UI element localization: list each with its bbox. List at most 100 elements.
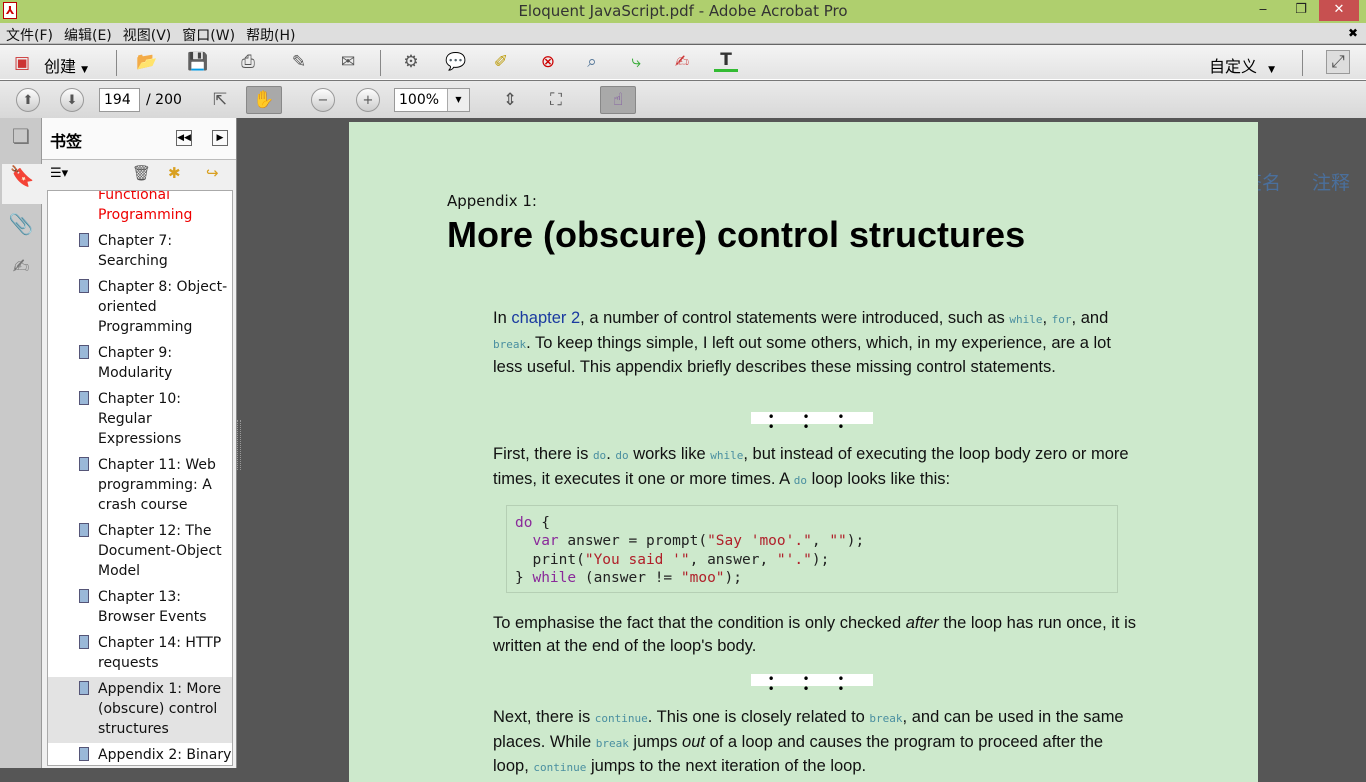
menu-bar: 文件(F) 编辑(E) 视图(V) 窗口(W) 帮助(H) ✖: [0, 23, 1366, 44]
close-document-button[interactable]: ✖: [1348, 26, 1358, 40]
divider: [1302, 50, 1303, 76]
chevron-down-icon: ▼: [81, 65, 89, 75]
edit-document-icon[interactable]: ✎: [287, 50, 311, 74]
chapter-link[interactable]: chapter 2: [511, 309, 580, 327]
bookmark-item[interactable]: Chapter 10: Regular Expressions: [48, 387, 232, 453]
text-run: Next, there is: [493, 708, 595, 726]
bookmark-icon: [79, 457, 89, 471]
bookmarks-icon[interactable]: 🔖: [2, 164, 42, 204]
bookmark-item[interactable]: Chapter 11: Web programming: A crash cou…: [48, 453, 232, 519]
bookmark-icon: [79, 681, 89, 695]
menu-edit[interactable]: 编辑(E): [58, 23, 117, 45]
signatures-icon[interactable]: ✍: [6, 254, 36, 284]
customize-dropdown[interactable]: 自定义 ▼: [1209, 53, 1275, 77]
inline-code: do: [793, 473, 808, 487]
inline-code: while: [710, 449, 744, 462]
menu-file[interactable]: 文件(F): [0, 23, 58, 45]
delete-page-icon[interactable]: ⊗: [536, 50, 560, 74]
delete-bookmark-icon[interactable]: 🗑: [132, 164, 151, 182]
bookmark-label: Chapter 9: Modularity: [98, 345, 173, 381]
bookmark-item[interactable]: Chapter 14: HTTP requests: [48, 631, 232, 677]
collapse-panel-icon[interactable]: ◀◀: [176, 130, 192, 146]
bookmark-list[interactable]: Functional Programming Chapter 7: Searchi…: [47, 190, 233, 766]
menu-help[interactable]: 帮助(H): [240, 23, 300, 45]
hand-tool-icon[interactable]: ✋: [246, 86, 282, 114]
bookmark-item[interactable]: Chapter 7: Searching: [48, 229, 232, 275]
expand-panel-icon[interactable]: ▶: [212, 130, 228, 146]
bookmark-item[interactable]: Appendix 1: More (obscure) control struc…: [48, 677, 232, 743]
page-thumbnails-icon[interactable]: ❏: [6, 124, 36, 154]
print-icon[interactable]: ⎙: [236, 50, 260, 74]
close-button[interactable]: ✕: [1319, 0, 1359, 21]
tab-comment[interactable]: 注释: [1312, 168, 1350, 195]
bookmark-item[interactable]: Appendix 2: Binary Heaps: [48, 743, 232, 765]
zoom-select[interactable]: 100% ▼: [394, 88, 470, 112]
bookmark-item[interactable]: Functional Programming: [48, 190, 232, 229]
bookmark-label: Chapter 13: Browser Events: [98, 589, 207, 625]
inline-code: do: [615, 449, 629, 462]
code-token: ,: [811, 533, 830, 550]
scrolling-mode-icon[interactable]: ⇕: [498, 88, 522, 112]
sign-edit-icon[interactable]: ✍: [670, 50, 694, 74]
page-total: / 200: [146, 92, 182, 108]
code-token: );: [846, 533, 865, 550]
zoom-in-icon[interactable]: +: [356, 88, 380, 112]
divider: [380, 50, 381, 76]
menu-window[interactable]: 窗口(W): [176, 23, 240, 45]
appendix-label: Appendix 1:: [447, 192, 537, 210]
main-toolbar: ▣ 创建 ▼ 📂 💾 ⎙ ✎ ✉ ⚙ 💬 ✐ ⊗ ⌕ ⤷ ✍ T 自定义 ▼ ⤢: [0, 44, 1366, 80]
code-token: "": [829, 533, 847, 550]
open-folder-icon[interactable]: 📂: [135, 50, 159, 74]
code-line: var answer = prompt("Say 'moo'.", "");: [515, 532, 1109, 550]
create-icon: ▣: [13, 53, 31, 73]
code-token: {: [532, 515, 550, 531]
select-cursor-icon[interactable]: ⇱: [208, 88, 232, 112]
options-menu-icon[interactable]: ☰▾: [50, 166, 68, 181]
panel-resize-handle[interactable]: [237, 420, 241, 470]
highlight-text-icon[interactable]: ✐: [489, 50, 513, 74]
bookmark-icon: [79, 589, 89, 603]
attachments-icon[interactable]: 📎: [6, 212, 36, 242]
next-page-icon[interactable]: ⬇: [60, 88, 84, 112]
chevron-down-icon: ▼: [1268, 65, 1276, 75]
minimize-button[interactable]: ‒: [1248, 0, 1278, 21]
text-run: . This one is closely related to: [647, 708, 870, 726]
bookmark-item[interactable]: Chapter 13: Browser Events: [48, 585, 232, 631]
zoom-out-icon[interactable]: −: [311, 88, 335, 112]
settings-gear-icon[interactable]: ⚙: [399, 50, 423, 74]
restore-button[interactable]: ❐: [1286, 0, 1316, 21]
bookmark-icon: [79, 523, 89, 537]
bookmark-label: Chapter 7: Searching: [98, 233, 173, 269]
bookmark-item[interactable]: Chapter 8: Object-oriented Programming: [48, 275, 232, 341]
export-page-icon[interactable]: ⤷: [624, 50, 648, 74]
text-run: loop looks like this:: [807, 469, 951, 488]
chevron-down-icon[interactable]: ▼: [447, 89, 469, 111]
text-run: out: [682, 732, 705, 751]
paragraph: To emphasise the fact that the condition…: [493, 612, 1143, 657]
inline-code: for: [1051, 313, 1072, 326]
previous-page-icon[interactable]: ⬆: [16, 88, 40, 112]
page-number-input[interactable]: 194: [99, 88, 140, 112]
create-button[interactable]: 创建 ▼: [44, 53, 88, 77]
comment-icon[interactable]: 💬: [444, 50, 468, 74]
pdf-page: Appendix 1: More (obscure) control struc…: [349, 122, 1258, 782]
bookmark-item[interactable]: Chapter 12: The Document-Object Model: [48, 519, 232, 585]
bookmark-from-selection-icon[interactable]: ↪: [206, 164, 219, 182]
bookmark-label: Functional Programming: [98, 190, 193, 223]
email-icon[interactable]: ✉: [336, 50, 360, 74]
new-bookmark-icon[interactable]: ✱: [168, 164, 181, 182]
code-token: "Say 'moo'.": [707, 533, 812, 550]
touch-mode-icon[interactable]: ☝: [600, 86, 636, 114]
save-icon[interactable]: 💾: [186, 50, 210, 74]
fit-page-icon[interactable]: ⛶: [544, 88, 568, 112]
text-run: , a number of control statements were in…: [580, 309, 1010, 327]
fullscreen-icon[interactable]: ⤢: [1326, 50, 1350, 74]
text-tool-icon[interactable]: T: [714, 50, 738, 72]
divider: [116, 50, 117, 76]
menu-view[interactable]: 视图(V): [117, 23, 177, 45]
bookmark-item[interactable]: Chapter 9: Modularity: [48, 341, 232, 387]
inline-code: break: [595, 736, 629, 750]
find-document-icon[interactable]: ⌕: [580, 50, 604, 74]
text-run: jumps: [628, 732, 683, 751]
